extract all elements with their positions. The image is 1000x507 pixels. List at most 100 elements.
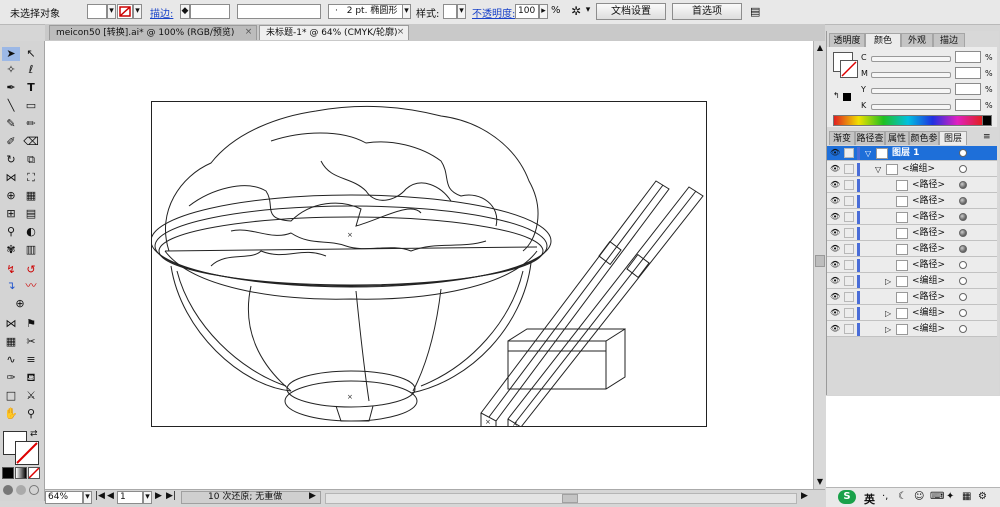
symbol-sprayer-icon[interactable]: ✾ bbox=[2, 243, 20, 257]
hand-tool-icon[interactable]: ✋ bbox=[2, 407, 20, 421]
tab-attributes[interactable]: 属性 bbox=[885, 131, 909, 145]
blob-brush-icon[interactable]: ✐ bbox=[2, 135, 20, 149]
pen-tool-icon[interactable]: ✒ bbox=[2, 81, 20, 95]
expand-arrow-icon[interactable]: ▽ bbox=[875, 163, 881, 176]
h-scroll-thumb[interactable] bbox=[562, 494, 578, 503]
tab-appearance[interactable]: 外观 bbox=[901, 33, 933, 47]
free-transform-icon[interactable]: ⛶ bbox=[22, 171, 40, 185]
lock-toggle[interactable] bbox=[844, 292, 854, 302]
artboard[interactable]: × × × × bbox=[151, 101, 707, 427]
gradient-tool-icon[interactable]: ▤ bbox=[22, 207, 40, 221]
mesh-tool-icon[interactable]: ⊞ bbox=[2, 207, 20, 221]
visibility-eye-icon[interactable]: 👁 bbox=[830, 277, 840, 285]
opacity-input[interactable]: 100 bbox=[515, 4, 539, 19]
stroke-weight-spin[interactable]: ◆ bbox=[180, 4, 190, 19]
layer-row[interactable]: 👁 <路径> bbox=[827, 290, 997, 305]
direct-selection-tool-icon[interactable]: ↖ bbox=[22, 47, 40, 61]
tab-pathfinder[interactable]: 路径查 bbox=[855, 131, 885, 145]
close-tab-icon[interactable]: × bbox=[396, 28, 405, 37]
channel-c-input[interactable] bbox=[955, 51, 981, 63]
layer-row[interactable]: 👁 ▷ <编组> bbox=[827, 306, 997, 321]
expand-arrow-icon[interactable]: ▷ bbox=[885, 307, 891, 320]
visibility-eye-icon[interactable]: 👁 bbox=[830, 309, 840, 317]
lock-toggle[interactable] bbox=[844, 244, 854, 254]
zoom-level-input[interactable]: 64% bbox=[45, 491, 83, 504]
tab-color-guide[interactable]: 颜色参 bbox=[909, 131, 939, 145]
visibility-eye-icon[interactable]: 👁 bbox=[830, 325, 840, 333]
next-artboard-icon[interactable]: ▶ bbox=[155, 491, 162, 501]
layer-row[interactable]: 👁 ▷ <编组> bbox=[827, 322, 997, 337]
slider-m[interactable] bbox=[871, 72, 951, 78]
eraser-icon[interactable]: ⌫ bbox=[22, 135, 40, 149]
visibility-eye-icon[interactable]: 👁 bbox=[830, 213, 840, 221]
target-circle-icon[interactable] bbox=[959, 309, 967, 317]
target-circle-icon[interactable] bbox=[959, 261, 967, 269]
panel-menu-icon[interactable]: ≡ bbox=[983, 132, 991, 142]
skin-icon[interactable]: ✦ bbox=[946, 491, 954, 502]
keyboard-icon[interactable]: ⌨ bbox=[930, 491, 944, 502]
perspective-grid-icon[interactable]: ▦ bbox=[22, 189, 40, 203]
visibility-eye-icon[interactable]: 👁 bbox=[830, 165, 840, 173]
target-circle-icon[interactable] bbox=[959, 165, 967, 173]
scale-tool-icon[interactable]: ⧉ bbox=[22, 153, 40, 167]
lock-toggle[interactable] bbox=[844, 196, 854, 206]
zoom-tool-icon[interactable]: ⚲ bbox=[22, 407, 40, 421]
zoom-dropdown[interactable]: ▾ bbox=[83, 491, 92, 504]
visibility-eye-icon[interactable]: 👁 bbox=[830, 181, 840, 189]
tab-color[interactable]: 颜色 bbox=[865, 33, 901, 47]
type-tool-icon[interactable]: T bbox=[22, 81, 40, 95]
channel-k-input[interactable] bbox=[955, 99, 981, 111]
eyedropper-icon[interactable]: ⚲ bbox=[2, 225, 20, 239]
line-tool-icon[interactable]: ╲ bbox=[2, 99, 20, 113]
recolor-icon[interactable]: ✲ bbox=[567, 4, 585, 19]
envelope-icon[interactable]: ⋈ bbox=[2, 317, 20, 331]
lasso-icon[interactable]: ℓ bbox=[22, 63, 40, 77]
spectrum-black[interactable] bbox=[982, 115, 992, 126]
draw-inside-icon[interactable] bbox=[29, 485, 39, 495]
prev-artboard-icon[interactable]: ◀ bbox=[107, 491, 114, 501]
fill-dropdown[interactable]: ▾ bbox=[107, 4, 116, 19]
knife-tool-icon[interactable]: ⚔ bbox=[22, 389, 40, 403]
target-circle-icon[interactable] bbox=[959, 245, 967, 253]
swap-colors-icon[interactable]: ⇄ bbox=[30, 429, 38, 439]
slider-c[interactable] bbox=[871, 56, 951, 62]
brush-definition[interactable]: · 2 pt. 椭圆形 bbox=[328, 4, 410, 19]
pencil-icon[interactable]: ✏ bbox=[22, 117, 40, 131]
visibility-eye-icon[interactable]: 👁 bbox=[830, 229, 840, 237]
gradient-mode-icon[interactable] bbox=[15, 467, 27, 479]
warp-tool-icon[interactable]: ↯ bbox=[2, 263, 20, 277]
wrinkle-tool-icon[interactable]: 〰 bbox=[22, 279, 40, 293]
shape-builder-icon[interactable]: ⊕ bbox=[2, 189, 20, 203]
slider-k[interactable] bbox=[871, 104, 951, 110]
document-setup-button[interactable]: 文档设置 bbox=[596, 3, 666, 20]
sogou-icon[interactable]: S bbox=[838, 490, 856, 504]
fill-swatch[interactable] bbox=[87, 4, 107, 19]
selection-tool-icon[interactable]: ➤ bbox=[2, 47, 20, 61]
artboard-tool-icon[interactable]: □ bbox=[2, 389, 20, 403]
color-mode-icon[interactable] bbox=[2, 467, 14, 479]
artboard-number-input[interactable]: 1 bbox=[117, 491, 143, 504]
tab-stroke[interactable]: 描边 bbox=[933, 33, 965, 47]
paintbrush-icon[interactable]: ✎ bbox=[2, 117, 20, 131]
target-circle-icon[interactable] bbox=[959, 325, 967, 333]
draw-behind-icon[interactable] bbox=[16, 485, 26, 495]
vertical-scrollbar[interactable]: ▲ ▼ bbox=[813, 41, 826, 489]
lock-toggle[interactable] bbox=[844, 308, 854, 318]
eyedropper-2-icon[interactable]: ✑ bbox=[2, 371, 20, 385]
punctuation-icon[interactable]: ·, bbox=[882, 491, 888, 502]
lock-toggle[interactable] bbox=[844, 148, 854, 158]
status-menu-icon[interactable]: ▶ bbox=[309, 491, 316, 501]
variable-width-profile[interactable] bbox=[237, 4, 321, 19]
magic-wand-icon[interactable]: ✧ bbox=[2, 63, 20, 77]
first-artboard-icon[interactable]: |◀ bbox=[95, 491, 105, 501]
layer-row[interactable]: 👁 <路径> bbox=[827, 242, 997, 257]
lock-toggle[interactable] bbox=[844, 276, 854, 286]
opacity-link[interactable]: 不透明度: bbox=[472, 5, 515, 20]
settings-wrench-icon[interactable]: ⚙ bbox=[978, 491, 987, 502]
visibility-eye-icon[interactable]: 👁 bbox=[830, 293, 840, 301]
draw-normal-icon[interactable] bbox=[3, 485, 13, 495]
layer-row[interactable]: 👁 ▽ <编组> bbox=[827, 162, 997, 177]
target-circle-icon[interactable] bbox=[959, 181, 967, 189]
lock-toggle[interactable] bbox=[844, 324, 854, 334]
pucker-tool-icon[interactable]: ↴ bbox=[2, 279, 20, 293]
